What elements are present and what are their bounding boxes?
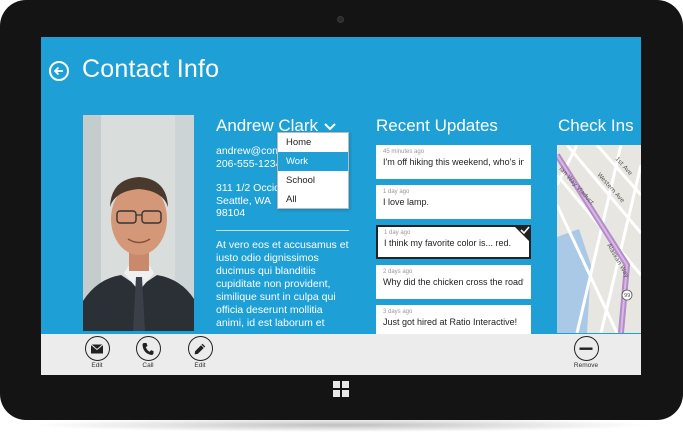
update-card[interactable]: 45 minutes ago I'm off hiking this weeke…: [376, 145, 531, 179]
back-button[interactable]: [49, 61, 69, 81]
update-card-selected[interactable]: 1 day ago I think my favorite color is..…: [376, 225, 531, 259]
dropdown-option-work[interactable]: Work: [278, 152, 348, 171]
update-time: 1 day ago: [384, 230, 411, 236]
edit-button[interactable]: Edit: [185, 336, 215, 369]
contact-details: andrew@cont 206-555-1234: [216, 145, 286, 170]
contact-bio: At vero eos et accusamus et iusto odio d…: [216, 239, 349, 329]
update-text: I'm off hiking this weekend, who's in?: [383, 157, 524, 167]
update-text: I think my favorite color is... red.: [384, 238, 512, 248]
app-bar-label: Edit: [194, 362, 206, 369]
update-time: 2 days ago: [383, 269, 413, 275]
windows-logo-icon[interactable]: [333, 381, 350, 398]
section-divider: [216, 230, 349, 231]
device-shadow: [30, 418, 653, 432]
minus-icon: [579, 347, 593, 350]
update-card[interactable]: 2 days ago Why did the chicken cross the…: [376, 265, 531, 299]
update-time: 3 days ago: [383, 309, 413, 315]
dropdown-option-home[interactable]: Home: [278, 133, 348, 152]
recent-updates-heading: Recent Updates: [376, 116, 498, 135]
updates-list: 45 minutes ago I'm off hiking this weeke…: [376, 145, 532, 345]
tablet-bezel: Contact Info Andrew Clark andrew@cont 20…: [0, 0, 683, 420]
dropdown-option-school[interactable]: School: [278, 171, 348, 190]
dropdown-option-all[interactable]: All: [278, 190, 348, 209]
page-title: Contact Info: [82, 55, 220, 83]
check-ins-heading: Check Ins: [558, 116, 634, 135]
check-ins-map[interactable]: ian Way Viaduct Western Ave 1st Ave Alas…: [557, 145, 641, 333]
map-label: 99: [624, 293, 630, 299]
phone-icon: [142, 342, 154, 355]
edit-mail-button[interactable]: Edit: [82, 336, 112, 369]
app-bar: Edit Call Edit Remove: [41, 334, 641, 375]
update-time: 1 day ago: [383, 189, 410, 195]
app-bar-label: Call: [142, 362, 154, 369]
app-bar-label: Remove: [573, 362, 599, 369]
mail-icon: [90, 343, 104, 353]
contact-email[interactable]: andrew@cont: [216, 145, 286, 158]
contact-filter-dropdown[interactable]: Home Work School All: [277, 132, 349, 209]
update-card[interactable]: 1 day ago I love lamp.: [376, 185, 531, 219]
call-button[interactable]: Call: [133, 336, 163, 369]
contact-photo: [83, 115, 194, 331]
camera-icon: [337, 16, 344, 23]
remove-button[interactable]: Remove: [571, 336, 601, 369]
app-screen: Contact Info Andrew Clark andrew@cont 20…: [41, 37, 641, 375]
update-text: Just got hired at Ratio Interactive!: [383, 317, 518, 327]
update-time: 45 minutes ago: [383, 149, 425, 155]
address-line: 311 1/2 Occide: [216, 182, 286, 194]
address-line: 98104: [216, 207, 246, 219]
update-text: I love lamp.: [383, 197, 430, 207]
contact-address: 311 1/2 Occide Seattle, WA 98104: [216, 182, 286, 220]
selected-check-icon: [513, 225, 531, 243]
address-line: Seattle, WA: [216, 194, 272, 207]
update-text: Why did the chicken cross the road?: [383, 277, 524, 287]
back-arrow-icon: [53, 66, 63, 76]
pencil-icon: [194, 343, 206, 354]
contact-phone[interactable]: 206-555-1234: [216, 158, 286, 171]
app-bar-label: Edit: [91, 362, 103, 369]
